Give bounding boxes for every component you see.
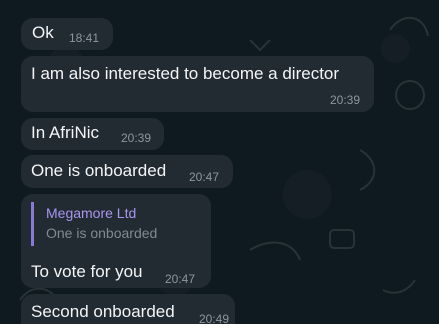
message-bubble-second-onboarded[interactable]: Second onboarded 20:49 bbox=[21, 294, 235, 324]
reply-author: Megamore Ltd bbox=[46, 205, 137, 221]
message-bubble-ok[interactable]: Ok 18:41 bbox=[21, 18, 113, 50]
message-bubble-onboarded[interactable]: One is onboarded 20:47 bbox=[21, 155, 233, 188]
message-time: 20:47 bbox=[165, 272, 196, 286]
message-text: Second onboarded bbox=[31, 302, 175, 321]
reply-preview[interactable]: Megamore Ltd One is onboarded bbox=[31, 202, 201, 246]
message-text: One is onboarded bbox=[31, 161, 167, 180]
message-time: 20:39 bbox=[330, 93, 361, 107]
message-time: 18:41 bbox=[69, 31, 100, 45]
message-time: 20:39 bbox=[121, 131, 152, 145]
message-text: In AfriNic bbox=[31, 123, 100, 142]
message-text: Ok bbox=[32, 23, 54, 42]
message-bubble-director[interactable]: I am also interested to become a directo… bbox=[21, 56, 374, 112]
message-time: 20:47 bbox=[189, 170, 220, 184]
message-bubble-reply-vote[interactable]: Megamore Ltd One is onboarded To vote fo… bbox=[21, 194, 211, 288]
message-time: 20:49 bbox=[199, 312, 230, 324]
message-bubble-afrinic[interactable]: In AfriNic 20:39 bbox=[21, 118, 164, 150]
message-text: I am also interested to become a directo… bbox=[31, 64, 340, 83]
reply-text: One is onboarded bbox=[46, 225, 158, 241]
message-text: To vote for you bbox=[31, 262, 143, 281]
chat-area[interactable]: Ok 18:41 I am also interested to become … bbox=[0, 0, 439, 324]
